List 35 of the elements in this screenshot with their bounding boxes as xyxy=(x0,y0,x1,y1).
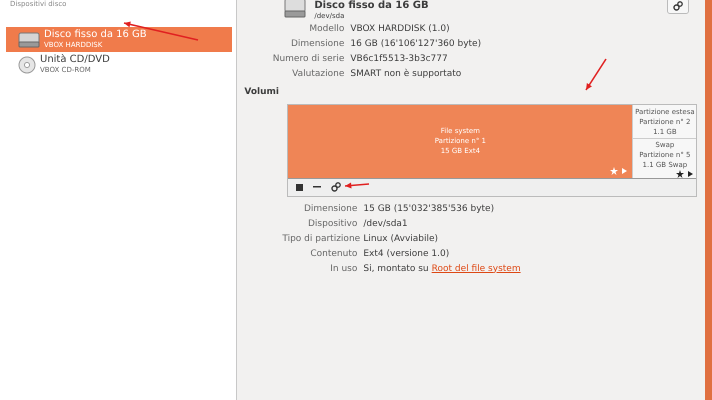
property-label: Modello xyxy=(308,23,344,35)
star-play-icon xyxy=(676,170,694,178)
hard-disk-icon xyxy=(18,32,40,48)
property-label: Numero di serie xyxy=(272,53,344,65)
property-value: SMART non è supportato xyxy=(350,68,462,80)
stop-icon[interactable] xyxy=(296,184,304,190)
star-play-icon xyxy=(610,166,628,174)
disk-name: Unità CD/DVD xyxy=(40,54,110,66)
gears-icon[interactable] xyxy=(331,182,342,192)
hard-disk-icon xyxy=(284,0,306,19)
minus-icon[interactable] xyxy=(313,186,322,188)
property-label: Dispositivo xyxy=(306,218,358,230)
volumes-heading: Volumi xyxy=(244,86,280,99)
property-value: /dev/sda1 xyxy=(363,218,408,230)
gears-icon[interactable] xyxy=(673,1,684,11)
property-value: Linux (Avviabile) xyxy=(363,232,438,244)
property-value: Ext4 (versione 1.0) xyxy=(363,248,450,260)
property-label: Tipo di partizione xyxy=(282,232,358,244)
property-label: Dimensione xyxy=(302,202,358,214)
property-value: VB6c1f5513-3b3c777 xyxy=(350,53,449,65)
property-label: Contenuto xyxy=(309,248,358,260)
settings-button[interactable] xyxy=(667,0,690,14)
annotation-arrow xyxy=(585,58,607,90)
mount-link[interactable]: Root del file system xyxy=(432,262,521,274)
property-value: Si, montato su xyxy=(363,262,429,274)
property-value: 16 GB (16'106'127'360 byte) xyxy=(350,38,482,50)
disk-title: Disco fisso da 16 GB xyxy=(314,0,429,12)
property-value: 15 GB (15'032'385'536 byte) xyxy=(363,202,494,214)
disk-name: Disco fisso da 16 GB xyxy=(44,29,147,41)
disc-icon xyxy=(18,56,36,74)
property-label: In uso xyxy=(329,262,358,274)
property-value: VBOX HARDDISK (1.0) xyxy=(350,23,451,35)
property-label: Valutazione xyxy=(291,68,344,80)
property-label: Dimensione xyxy=(290,38,344,50)
annotation-arrow xyxy=(344,182,370,188)
